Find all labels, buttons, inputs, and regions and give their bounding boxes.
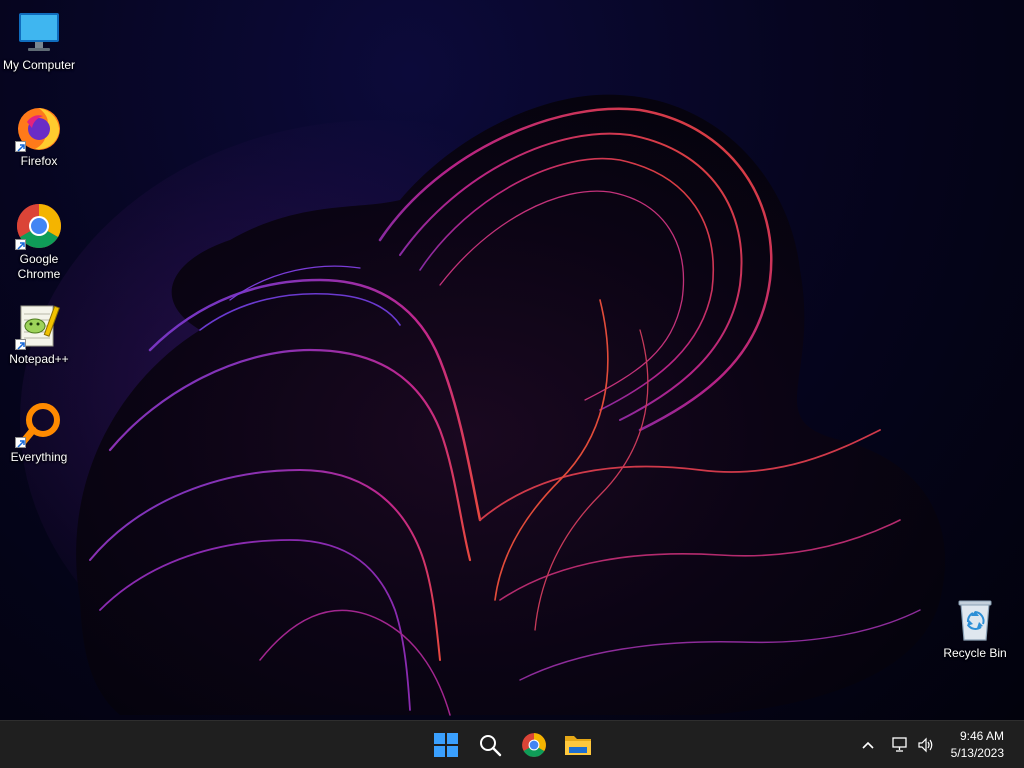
shortcut-arrow-icon xyxy=(15,437,26,448)
file-explorer-button[interactable] xyxy=(558,725,598,765)
chevron-up-icon xyxy=(862,741,874,749)
desktop-icon-notepad-plus-plus[interactable]: Notepad++ xyxy=(0,302,78,367)
recycle-bin-icon xyxy=(951,596,999,644)
desktop-icon-my-computer[interactable]: My Computer xyxy=(0,8,78,73)
shortcut-arrow-icon xyxy=(15,339,26,350)
desktop-icon-everything[interactable]: Everything xyxy=(0,400,78,465)
notepadpp-icon xyxy=(15,302,63,350)
search-button[interactable] xyxy=(470,725,510,765)
show-hidden-icons-button[interactable] xyxy=(854,725,882,765)
volume-button[interactable] xyxy=(912,725,940,765)
taskbar-chrome-button[interactable] xyxy=(514,725,554,765)
chrome-icon xyxy=(15,202,63,250)
desktop-icon-label: Firefox xyxy=(20,154,58,168)
network-button[interactable] xyxy=(886,725,914,765)
clock-date: 5/13/2023 xyxy=(950,746,1004,760)
shortcut-arrow-icon xyxy=(15,239,26,250)
folder-icon xyxy=(565,736,591,755)
windows-start-icon xyxy=(434,733,458,757)
desktop-icon-recycle-bin[interactable]: Recycle Bin xyxy=(936,596,1014,661)
everything-search-icon xyxy=(15,400,63,448)
chrome-icon xyxy=(522,733,546,757)
clock[interactable]: 9:46 AM 5/13/2023 xyxy=(940,727,1010,763)
firefox-icon xyxy=(15,104,63,152)
wallpaper xyxy=(20,94,946,720)
desktop-icon-firefox[interactable]: Firefox xyxy=(0,104,78,169)
taskbar: 9:46 AM 5/13/2023 xyxy=(0,720,1024,768)
search-icon xyxy=(480,735,502,757)
start-button[interactable] xyxy=(426,725,466,765)
monitor-icon xyxy=(15,8,63,56)
desktop-icon-label: Google Chrome xyxy=(17,252,61,281)
clock-time: 9:46 AM xyxy=(959,729,1004,743)
network-icon xyxy=(892,737,907,752)
desktop-icon-label: Everything xyxy=(10,450,68,464)
desktop-icon-label: Recycle Bin xyxy=(943,646,1007,660)
desktop-icon-label: My Computer xyxy=(2,58,76,72)
desktop[interactable]: My Computer Firefox Google Chrome Notepa… xyxy=(0,0,1024,720)
speaker-icon xyxy=(918,737,933,753)
desktop-icon-label: Notepad++ xyxy=(9,352,69,366)
desktop-icon-google-chrome[interactable]: Google Chrome xyxy=(0,202,78,282)
shortcut-arrow-icon xyxy=(15,141,26,152)
